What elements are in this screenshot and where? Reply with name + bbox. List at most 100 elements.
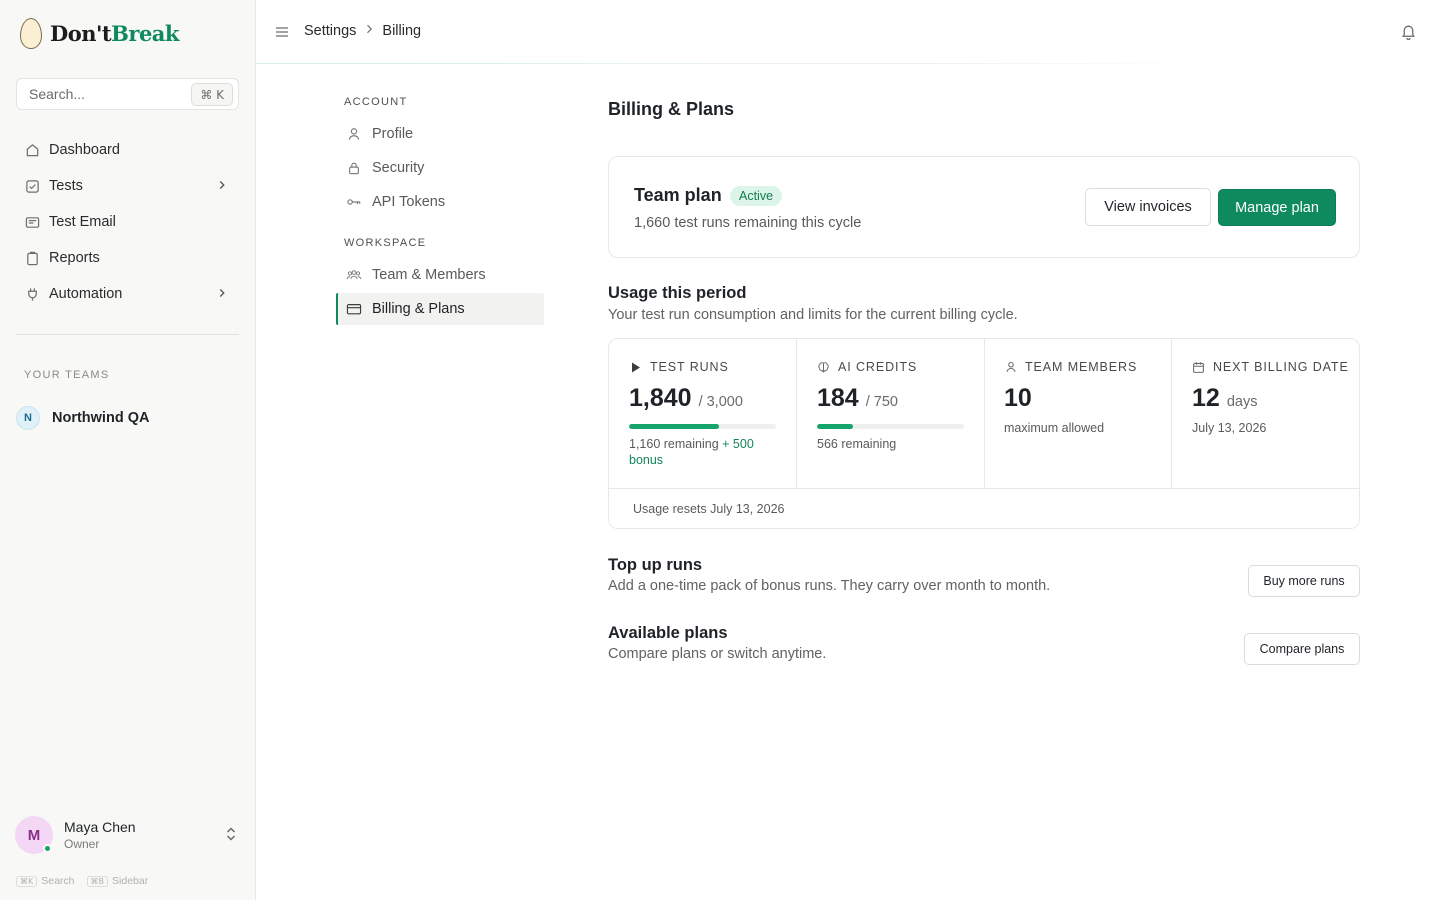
nav-item-tests[interactable]: Tests — [16, 168, 239, 204]
shortcut-sidebar: ⌘B Sidebar — [86, 875, 148, 887]
topup-section-title: Top up runs — [608, 556, 703, 574]
calendar-icon — [1192, 361, 1205, 374]
plans-section-title: Available plans — [608, 624, 728, 642]
manage-plan-button[interactable]: Manage plan — [1218, 189, 1336, 226]
brand-logo[interactable]: Don'tBreak — [20, 18, 179, 49]
stat-label-text: NEXT BILLING DATE — [1213, 360, 1349, 374]
usage-card: TEST RUNS 1,840 / 3,000 1,160 remaining … — [608, 338, 1360, 529]
stat-team-members: TEAM MEMBERS 10 maximum allowed — [984, 339, 1172, 488]
online-status-dot — [43, 844, 52, 853]
sidebar-divider — [16, 334, 239, 335]
stat-remaining: 1,160 remaining + 500 bonus — [629, 437, 754, 467]
stat-number: 10 — [1004, 384, 1032, 412]
usage-section-title: Usage this period — [608, 284, 747, 302]
brain-icon — [817, 361, 830, 374]
search-input[interactable] — [29, 86, 179, 102]
settings-nav-profile[interactable]: Profile — [336, 118, 544, 150]
settings-nav-security[interactable]: Security — [336, 152, 544, 184]
home-icon — [24, 142, 40, 158]
mail-icon — [24, 214, 40, 230]
usage-reset-note: Usage resets July 13, 2026 — [633, 502, 785, 516]
current-plan-card: Team plan Active 1,660 test runs remaini… — [608, 156, 1360, 258]
stat-remaining: 566 remaining — [817, 437, 897, 451]
check-square-icon — [24, 178, 40, 194]
breadcrumb-settings[interactable]: Settings — [304, 23, 356, 39]
nav-item-automation[interactable]: Automation — [16, 276, 239, 312]
menu-icon[interactable] — [274, 24, 290, 40]
settings-nav-team-members[interactable]: Team & Members — [336, 259, 544, 291]
settings-nav-label: API Tokens — [372, 194, 446, 210]
settings-nav-label: Profile — [372, 126, 414, 142]
chevron-up-down-icon — [224, 826, 238, 847]
nav-item-dashboard[interactable]: Dashboard — [16, 132, 239, 168]
stat-ai-credits: AI CREDITS 184 / 750 566 remaining — [797, 339, 985, 488]
team-name: Northwind QA — [52, 410, 150, 426]
avatar: M — [15, 816, 53, 854]
view-invoices-button[interactable]: View invoices — [1085, 188, 1211, 226]
stat-value: 12 days — [1192, 384, 1257, 413]
stat-note: maximum allowed — [1004, 421, 1105, 435]
usage-section-subtitle: Your test run consumption and limits for… — [608, 307, 1018, 323]
chevron-right-icon — [215, 286, 229, 304]
team-item-northwind[interactable]: N Northwind QA — [16, 406, 149, 430]
avatar-initial: M — [27, 826, 41, 844]
user-info: Maya Chen Owner — [64, 819, 136, 851]
stat-limit: / 3,000 — [698, 394, 743, 410]
workspace-section-label: WORKSPACE — [344, 237, 427, 249]
settings-nav-label: Security — [372, 160, 425, 176]
account-section-label: ACCOUNT — [344, 96, 408, 108]
user-name: Maya Chen — [64, 819, 136, 835]
progress-bar — [817, 424, 964, 429]
key-icon — [346, 195, 362, 209]
user-icon — [1004, 361, 1017, 373]
stat-value: 10 — [1004, 384, 1032, 413]
lock-icon — [346, 161, 362, 175]
compare-plans-button[interactable]: Compare plans — [1244, 633, 1360, 665]
progress-fill — [629, 424, 720, 429]
stat-limit: / 750 — [865, 394, 898, 410]
settings-nav-billing-plans[interactable]: Billing & Plans — [336, 293, 544, 325]
progress-fill — [817, 424, 853, 429]
billing-date: July 13, 2026 — [1192, 421, 1267, 435]
play-icon — [629, 362, 642, 373]
stat-label: AI CREDITS — [817, 360, 917, 374]
plug-icon — [24, 286, 40, 302]
users-icon — [346, 268, 362, 282]
bell-icon[interactable] — [1400, 23, 1417, 45]
breadcrumb-billing: Billing — [382, 23, 422, 39]
topbar-divider — [256, 63, 1212, 64]
nav-item-reports[interactable]: Reports — [16, 240, 239, 276]
settings-nav-api-tokens[interactable]: API Tokens — [336, 186, 544, 218]
stat-number: 184 — [817, 384, 859, 412]
topbar: Settings Billing — [256, 0, 1440, 64]
settings-nav-label: Team & Members — [372, 267, 486, 283]
stat-value: 1,840 / 3,000 — [629, 384, 743, 413]
stat-value: 184 / 750 — [817, 384, 898, 413]
search-box[interactable]: ⌘ K — [16, 78, 239, 110]
stat-number: 12 — [1192, 384, 1220, 412]
topup-section-subtitle: Add a one-time pack of bonus runs. They … — [608, 578, 1051, 594]
brand-name: Don'tBreak — [50, 21, 179, 46]
stat-label: NEXT BILLING DATE — [1192, 360, 1349, 374]
main-nav: Dashboard Tests Test Email Reports Autom… — [16, 132, 239, 312]
nav-label: Automation — [49, 286, 123, 302]
stat-test-runs: TEST RUNS 1,840 / 3,000 1,160 remaining … — [609, 339, 797, 488]
nav-label: Tests — [49, 178, 83, 194]
plans-section-subtitle: Compare plans or switch anytime. — [608, 646, 827, 662]
user-menu[interactable]: M Maya Chen Owner — [15, 815, 240, 855]
clipboard-icon — [24, 250, 40, 266]
stat-label: TEST RUNS — [629, 360, 729, 374]
progress-bar — [629, 424, 776, 429]
buy-more-runs-button[interactable]: Buy more runs — [1248, 565, 1360, 597]
user-role: Owner — [64, 837, 100, 851]
nav-item-test-email[interactable]: Test Email — [16, 204, 239, 240]
plan-name: Team plan — [634, 185, 722, 205]
teams-section-label: YOUR TEAMS — [24, 369, 110, 381]
stat-number: 1,840 — [629, 384, 692, 412]
chevron-right-icon — [215, 178, 229, 196]
usage-footer: Usage resets July 13, 2026 — [609, 488, 1359, 528]
nav-label: Reports — [49, 250, 100, 266]
stat-label-text: AI CREDITS — [838, 360, 918, 374]
user-icon — [346, 127, 362, 141]
breadcrumb: Settings Billing — [304, 23, 421, 39]
